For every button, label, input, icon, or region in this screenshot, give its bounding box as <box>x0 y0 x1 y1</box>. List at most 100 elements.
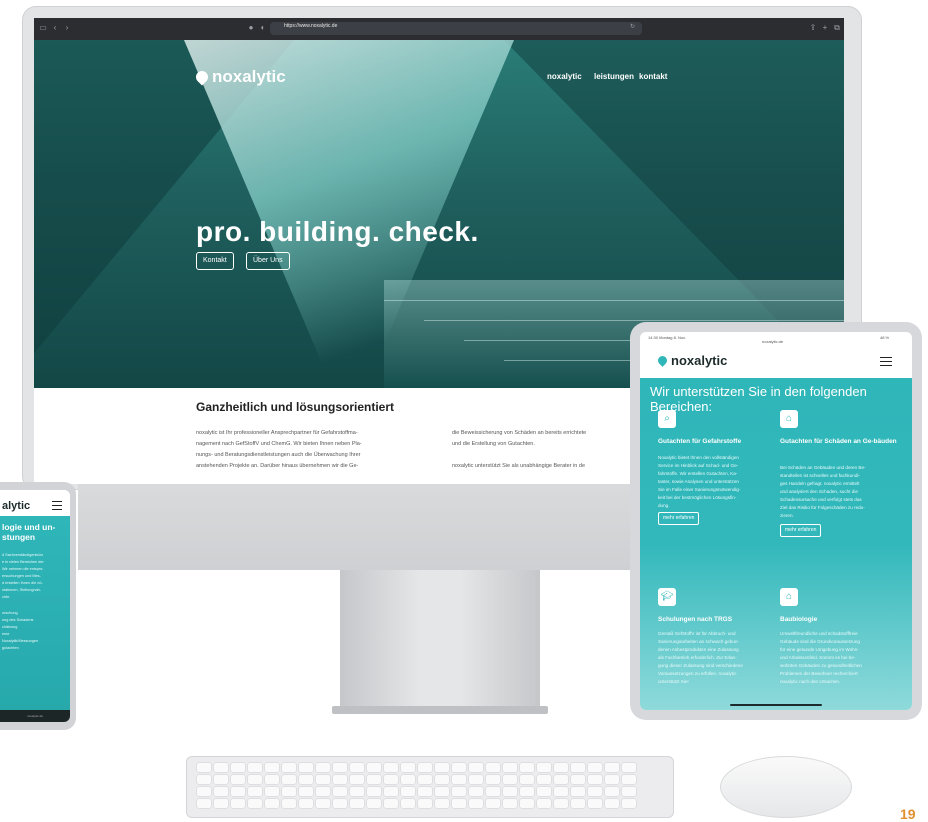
keyboard-key <box>486 787 500 796</box>
keyboard-key <box>520 763 534 772</box>
keyboard-key <box>231 799 245 808</box>
keyboard-key <box>333 763 347 772</box>
privacy-icon[interactable]: ◐ <box>258 23 268 33</box>
keyboard-key <box>299 787 313 796</box>
keyboard-key <box>316 787 330 796</box>
keyboard-key <box>214 775 228 784</box>
card-text: Umweltfreundliche und schadstofffreie Geb… <box>780 631 862 684</box>
url-field[interactable]: https://www.noxalytic.de ↻ <box>270 22 642 35</box>
keyboard-key <box>401 763 415 772</box>
keyboard-key <box>248 763 262 772</box>
text-line: nungs- und Beratungsdienstleistungen auc… <box>196 452 361 458</box>
keyboard-key <box>282 787 296 796</box>
text-line: nagement nach GefStoffV und ChemG. Wir b… <box>196 441 362 447</box>
phone-logo[interactable]: alytic <box>2 500 30 512</box>
keyboard-key <box>469 775 483 784</box>
keyboard-key <box>418 775 432 784</box>
nav-noxalytic[interactable]: noxalytic <box>547 72 582 81</box>
keyboard-key <box>231 763 245 772</box>
keyboard-key <box>537 763 551 772</box>
card-title: Gutachten für Gefahrstoffe <box>658 438 742 445</box>
tabs-icon[interactable]: ⧉ <box>832 23 842 33</box>
ueber-uns-button[interactable]: Über Uns <box>246 252 290 270</box>
keyboard-key <box>520 787 534 796</box>
tablet-status-bar: 14:30 Montag 8. Nov. noxalytic.de 48 % <box>640 332 912 346</box>
eco-house-icon: ⌂ <box>780 588 798 606</box>
keyboard-key <box>622 775 636 784</box>
keyboard-key <box>401 775 415 784</box>
keyboard-key <box>214 763 228 772</box>
keyboard-key <box>588 763 602 772</box>
keyboard-key <box>554 787 568 796</box>
keyboard-key <box>265 787 279 796</box>
keyboard-key <box>231 775 245 784</box>
keyboard-key <box>503 799 517 808</box>
back-icon[interactable]: ‹ <box>50 23 60 33</box>
phone-heading: logie und un-stungen <box>2 522 56 542</box>
keyboard-key <box>486 799 500 808</box>
keyboard-key <box>486 763 500 772</box>
keyboard-key <box>333 799 347 808</box>
keyboard-key <box>452 763 466 772</box>
site-logo[interactable]: noxalytic <box>193 67 286 87</box>
keyboard-key <box>571 787 585 796</box>
keyboard-key <box>605 763 619 772</box>
kontakt-button[interactable]: Kontakt <box>196 252 234 270</box>
phone-screen: alytic logie und un-stungen d Sachverstä… <box>0 490 70 722</box>
tablet-logo[interactable]: noxalytic <box>656 353 728 368</box>
keyboard-key <box>231 787 245 796</box>
keyboard-key <box>299 763 313 772</box>
keyboard-key <box>588 799 602 808</box>
keyboard-key <box>571 763 585 772</box>
text-line: noxalytic ist Ihr professioneller Anspre… <box>196 430 358 436</box>
nav-leistungen[interactable]: leistungen <box>594 72 634 81</box>
sidebar-icon[interactable]: ▭ <box>38 23 48 33</box>
forward-icon[interactable]: › <box>62 23 72 33</box>
card-title: Schulungen nach TRGS <box>658 616 733 623</box>
new-tab-icon[interactable]: + <box>820 23 830 33</box>
keyboard-key <box>605 799 619 808</box>
tablet-header: noxalytic <box>640 346 912 378</box>
house-search-icon: ⌂ <box>780 410 798 428</box>
keyboard-key <box>605 775 619 784</box>
logo-text: noxalytic <box>671 353 728 368</box>
menu-icon[interactable] <box>52 498 62 513</box>
keyboard-key <box>197 763 211 772</box>
reload-icon[interactable]: ↻ <box>630 23 635 30</box>
keyboard-key <box>367 763 381 772</box>
keyboard-key <box>282 775 296 784</box>
keyboard-key <box>554 799 568 808</box>
share-icon[interactable]: ⇪ <box>808 23 818 33</box>
keyboard-key <box>265 763 279 772</box>
key-row <box>197 763 636 772</box>
keyboard-key <box>197 787 211 796</box>
graduation-cap-icon: 🎓︎ <box>658 588 676 606</box>
intro-column-1: noxalytic ist Ihr professioneller Anspre… <box>196 428 456 472</box>
keyboard-key <box>452 799 466 808</box>
phone-list: orschung ung des Schadens chätzung eme Noxal… <box>2 611 39 650</box>
hero-title: pro. building. check. <box>196 216 479 247</box>
keyboard-key <box>554 775 568 784</box>
keyboard-key <box>282 763 296 772</box>
imac-stand <box>340 570 540 710</box>
section-title: Ganzheitlich und lösungsorientiert <box>196 400 395 414</box>
shield-icon[interactable]: ● <box>246 23 256 33</box>
keyboard-key <box>469 799 483 808</box>
menu-icon[interactable] <box>880 354 892 369</box>
keyboard-key <box>469 763 483 772</box>
card-text: Gemäß GefStoffV ist für Abbruch- und Sani… <box>658 631 743 684</box>
mehr-erfahren-button[interactable]: mehr erfahren <box>658 512 700 525</box>
text-line: und die Erstellung von Gutachten. <box>452 441 535 447</box>
keyboard-key <box>418 799 432 808</box>
status-time: 14:30 Montag 8. Nov. <box>648 335 686 340</box>
keyboard-key <box>384 799 398 808</box>
keyboard-key <box>316 799 330 808</box>
mehr-erfahren-button[interactable]: mehr erfahren <box>780 524 822 537</box>
keyboard-key <box>367 799 381 808</box>
keyboard-key <box>469 787 483 796</box>
phone-url-bar[interactable]: noxalytic.de <box>0 710 70 722</box>
keyboard-key <box>265 775 279 784</box>
logo-text: noxalytic <box>212 67 286 86</box>
text-line: die Beweissicherung von Schäden an berei… <box>452 430 587 436</box>
nav-kontakt[interactable]: kontakt <box>639 72 667 81</box>
